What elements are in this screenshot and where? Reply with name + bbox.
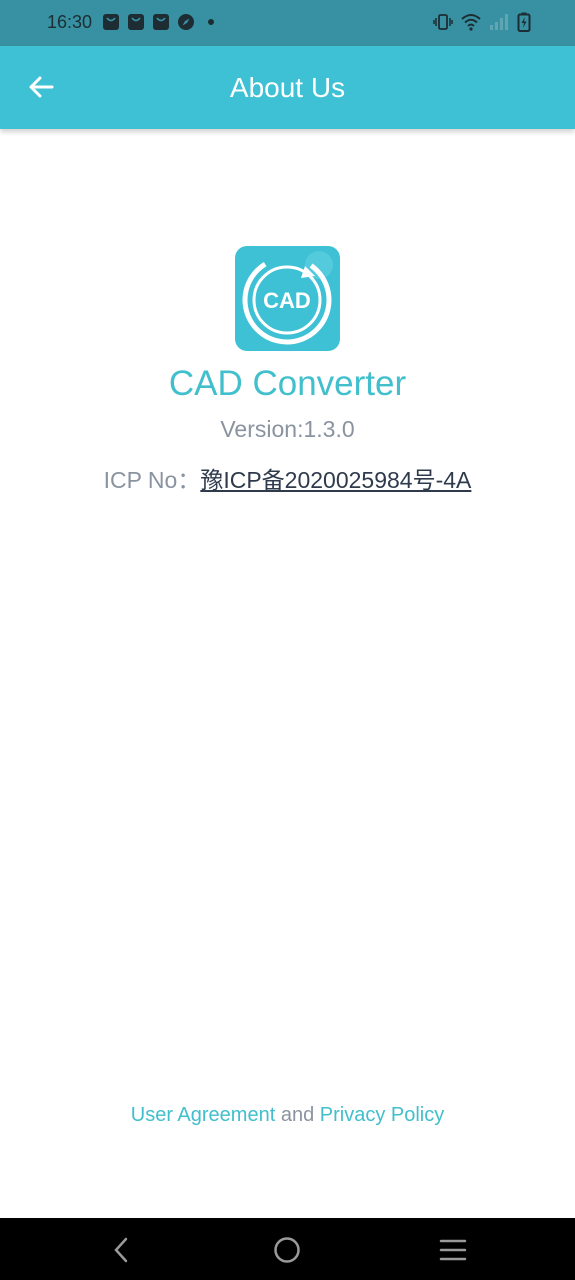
icp-row: ICP No：豫ICP备2020025984号-4A — [0, 461, 575, 495]
status-bar: 16:30 — [0, 0, 575, 46]
battery-icon — [517, 12, 531, 32]
bag-icon — [103, 14, 119, 30]
compass-icon — [178, 14, 194, 30]
vibrate-icon — [433, 14, 453, 30]
signal-icon — [490, 14, 508, 30]
svg-text:CAD: CAD — [263, 288, 311, 313]
notification-icons — [102, 13, 214, 31]
nav-home-button[interactable] — [271, 1234, 303, 1266]
cad-converter-logo-icon: CAD — [242, 251, 333, 345]
app-bar: About Us — [0, 46, 575, 129]
system-icons — [433, 12, 531, 32]
icp-label: ICP No： — [103, 467, 201, 493]
nav-menu-button[interactable] — [437, 1234, 469, 1266]
menu-icon — [439, 1239, 467, 1261]
user-agreement-link[interactable]: User Agreement — [131, 1104, 276, 1126]
nav-back-button[interactable] — [105, 1234, 137, 1266]
home-icon — [274, 1237, 300, 1263]
more-notifications-dot — [208, 19, 214, 25]
app-name: CAD Converter — [168, 364, 407, 403]
app-logo: CAD — [235, 246, 340, 351]
back-icon — [114, 1237, 128, 1263]
page-title: About Us — [229, 72, 346, 103]
wifi-icon — [461, 14, 481, 31]
footer-and-text: and — [280, 1104, 315, 1126]
system-nav-bar — [0, 1218, 575, 1280]
privacy-policy-link[interactable]: Privacy Policy — [320, 1104, 444, 1126]
app-version: Version:1.3.0 — [220, 416, 355, 442]
bag-icon — [128, 14, 144, 30]
status-time: 16:30 — [47, 12, 93, 32]
footer-links: User Agreement and Privacy Policy — [0, 1104, 575, 1127]
icp-number-link[interactable]: 豫ICP备2020025984号-4A — [200, 467, 471, 493]
bag-icon — [153, 14, 169, 30]
